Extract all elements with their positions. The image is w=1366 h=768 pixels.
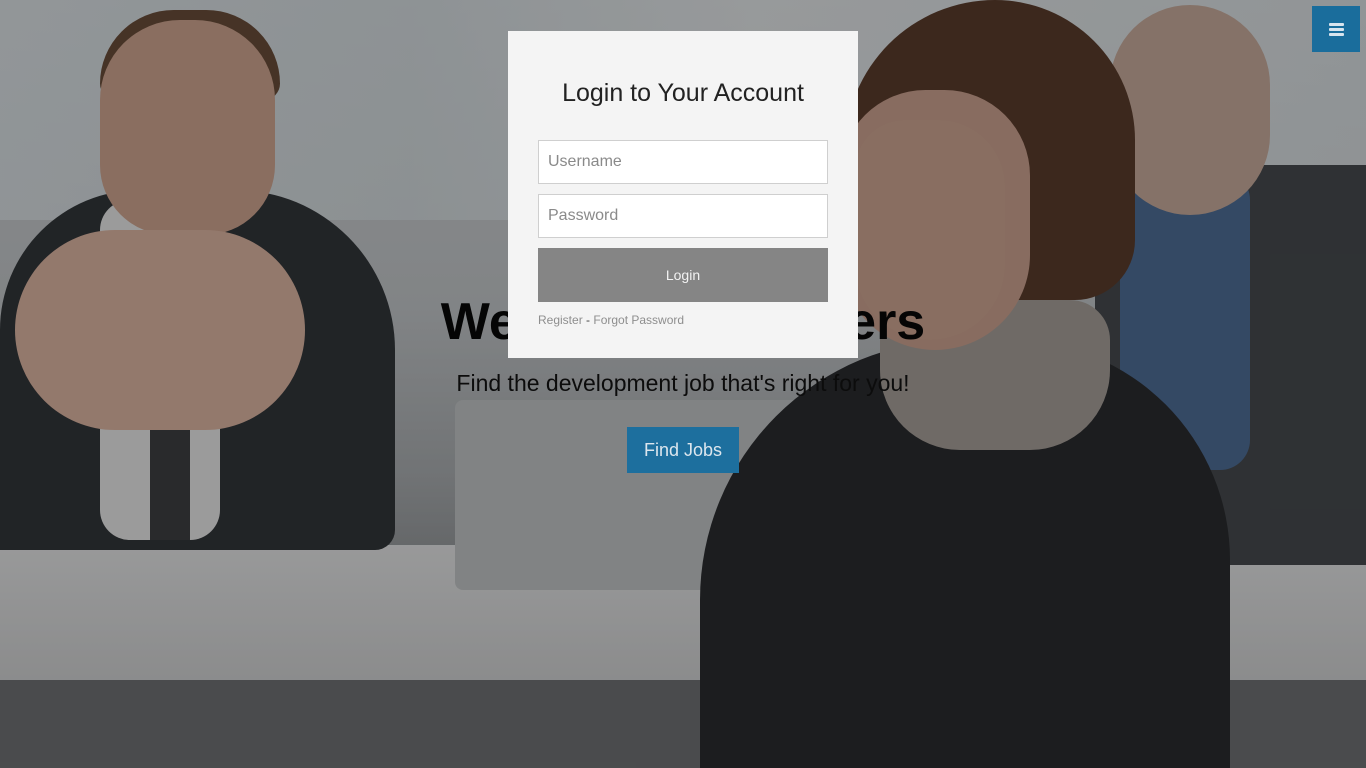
link-separator: - [582,313,594,327]
hero-subtitle: Find the development job that's right fo… [456,370,910,396]
login-button[interactable]: Login [538,248,828,302]
register-link[interactable]: Register [538,313,583,327]
find-jobs-button[interactable]: Find Jobs [627,427,739,473]
password-input[interactable] [538,194,828,238]
login-title: Login to Your Account [562,79,804,107]
menu-button[interactable] [1312,6,1360,52]
login-modal: Login to Your Account Login Register - F… [508,31,858,358]
username-input[interactable] [538,140,828,184]
forgot-password-link[interactable]: Forgot Password [593,313,684,327]
hamburger-icon [1328,22,1344,36]
login-links: Register - Forgot Password [538,313,828,327]
